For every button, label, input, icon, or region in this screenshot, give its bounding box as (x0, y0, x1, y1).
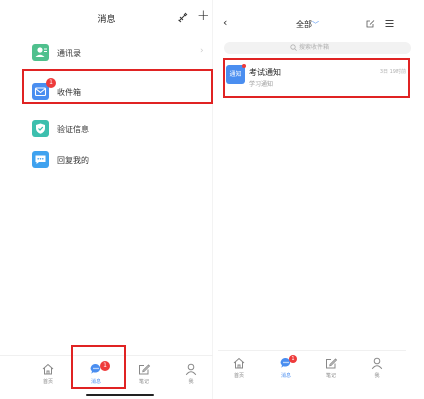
tab-me[interactable]: 我 (362, 356, 392, 379)
tab-home[interactable]: 首页 (33, 362, 63, 385)
search-icon (290, 44, 297, 51)
back-icon[interactable]: ‹ (223, 17, 227, 28)
filter-label: 全部 (296, 20, 312, 29)
list-item-verification[interactable]: 验证信息 (0, 114, 213, 144)
shield-check-icon (32, 120, 49, 137)
tab-bar: 首页 消息 1 笔记 我 (218, 350, 406, 390)
tab-label: 首页 (233, 373, 244, 379)
profile-icon (371, 357, 383, 370)
home-icon (233, 357, 245, 369)
menu-icon[interactable] (385, 19, 394, 28)
filter-dropdown[interactable]: 全部﹀ (296, 19, 319, 30)
highlight-box-inbox (22, 69, 213, 104)
messages-panel: 消息 + 通讯录 › 1 收件箱 验证信息 回复我的 首页 消息 1 笔记 我 (0, 0, 213, 399)
list-item-replies[interactable]: 回复我的 (0, 145, 213, 175)
tab-label: 我 (374, 373, 380, 379)
tab-label: 首页 (42, 379, 53, 385)
list-item-label: 通讯录 (57, 49, 81, 58)
tab-messages-badge: 1 (289, 355, 297, 363)
tab-notes[interactable]: 笔记 (316, 356, 346, 379)
profile-icon (185, 363, 197, 376)
add-icon[interactable]: + (197, 8, 210, 23)
tab-label: 我 (188, 379, 194, 385)
chevron-right-icon: › (200, 46, 204, 56)
tab-me[interactable]: 我 (176, 362, 206, 385)
contacts-icon (32, 44, 49, 61)
highlight-box-messages-tab (71, 345, 126, 389)
tab-label: 笔记 (325, 373, 336, 379)
tab-notes[interactable]: 笔记 (129, 362, 159, 385)
list-item-label: 回复我的 (57, 156, 89, 165)
note-icon (139, 364, 151, 375)
edit-icon[interactable] (366, 19, 375, 28)
search-placeholder: 搜索收件箱 (299, 44, 330, 51)
list-item-label: 验证信息 (57, 125, 89, 134)
list-item-contacts[interactable]: 通讯录 › (0, 38, 213, 68)
tab-home[interactable]: 首页 (224, 356, 254, 379)
tab-label: 笔记 (138, 379, 149, 385)
search-bar[interactable]: 搜索收件箱 (224, 42, 411, 54)
chevron-down-icon: ﹀ (312, 21, 319, 29)
clean-icon[interactable] (177, 11, 189, 23)
highlight-box-message (223, 58, 410, 98)
tab-label: 消息 (280, 373, 291, 379)
chat-reply-icon (32, 151, 49, 168)
note-icon (326, 358, 338, 369)
home-icon (42, 363, 54, 375)
home-indicator (86, 394, 154, 396)
